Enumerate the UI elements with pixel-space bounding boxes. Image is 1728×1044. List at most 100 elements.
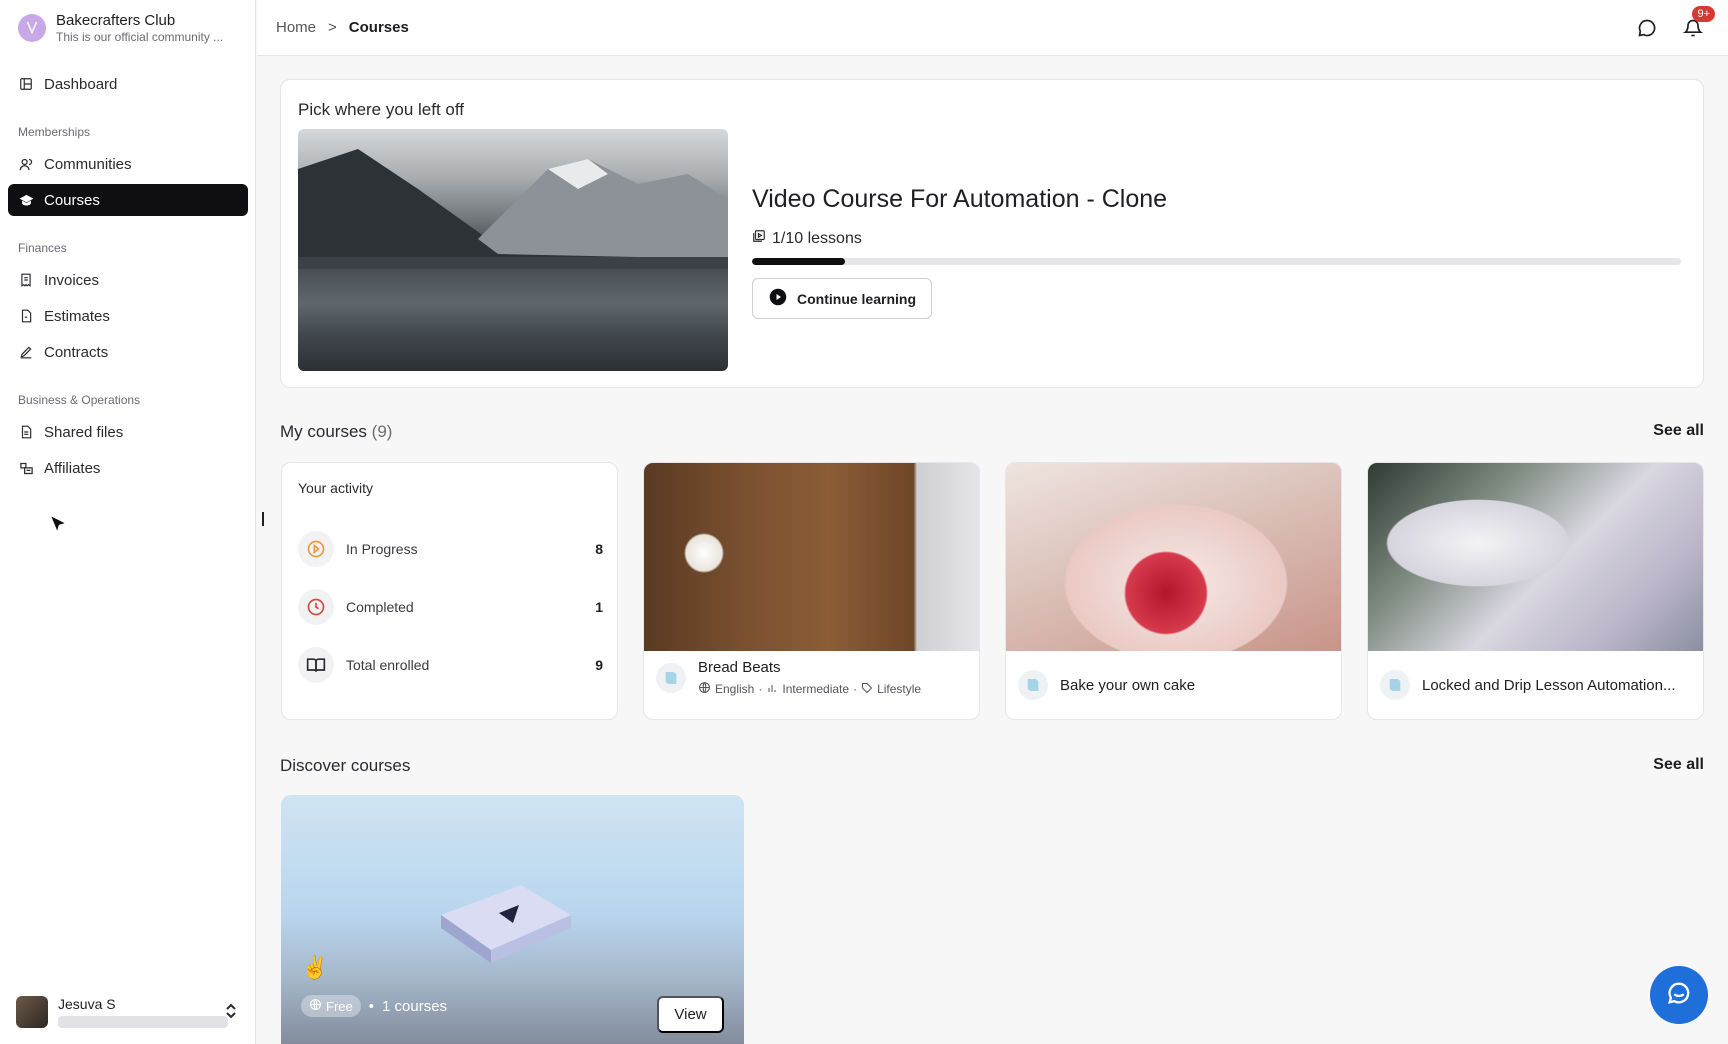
breadcrumb-home[interactable]: Home (276, 19, 316, 36)
sidebar-item-estimates[interactable]: Estimates (8, 300, 248, 332)
activity-value: 8 (595, 541, 603, 557)
course-level: Intermediate (782, 682, 850, 696)
sidebar-item-label: Dashboard (44, 75, 118, 93)
file-text-icon (18, 424, 34, 440)
bar-chart-icon (766, 682, 778, 697)
lessons-count: 1/10 lessons (752, 229, 862, 248)
my-courses-heading: My courses (9) (280, 422, 392, 442)
book-icon (1380, 670, 1410, 700)
breadcrumb: Home > Courses (276, 19, 409, 36)
chevrons-up-down-icon[interactable] (224, 1002, 238, 1025)
breadcrumb-separator: > (328, 19, 337, 36)
discover-see-all[interactable]: See all (1653, 756, 1704, 774)
book-illustration (441, 885, 571, 963)
course-meta: English · Intermediate · Lifestyle (698, 681, 921, 697)
price-label: Free (326, 998, 353, 1014)
file-icon (18, 308, 34, 324)
course-card[interactable]: Bake your own cake (1005, 462, 1342, 720)
sidebar-item-shared-files[interactable]: Shared files (8, 416, 248, 448)
sidebar-item-affiliates[interactable]: Affiliates (8, 452, 248, 484)
course-count: 1 courses (382, 997, 448, 1015)
course-image (1368, 463, 1703, 651)
course-name: Bread Beats (698, 659, 781, 676)
course-category: Lifestyle (877, 682, 922, 696)
discover-card[interactable]: ✌️ Free • 1 courses View (281, 795, 744, 1044)
activity-title: Your activity (298, 480, 373, 496)
meta-dot: · (853, 682, 858, 696)
tag-icon (861, 682, 873, 697)
activity-value: 1 (595, 599, 603, 615)
sidebar-item-label: Invoices (44, 271, 100, 289)
notification-badge: 9+ (1692, 6, 1715, 22)
sidebar-item-invoices[interactable]: Invoices (8, 264, 248, 296)
book-icon (656, 663, 686, 693)
course-card[interactable]: Bread Beats English · Intermediate · Lif… (643, 462, 980, 720)
my-courses-count: (9) (371, 422, 393, 441)
user-menu[interactable]: Jesuva S (16, 994, 240, 1030)
activity-card: Your activity In Progress 8 Completed 1 … (281, 462, 618, 720)
meta-dot: · (758, 682, 763, 696)
sidebar-item-label: Courses (44, 191, 100, 209)
section-label-memberships: Memberships (18, 125, 91, 139)
sidebar-item-label: Shared files (44, 423, 124, 441)
brand-subtitle: This is our official community ... (56, 30, 224, 44)
user-name: Jesuva S (58, 996, 116, 1012)
layout-icon (18, 76, 34, 92)
resume-card: Pick where you left off Video Course For… (280, 79, 1704, 388)
continue-learning-label: Continue learning (797, 290, 916, 307)
activity-value: 9 (595, 657, 603, 673)
globe-icon (309, 998, 322, 1014)
avatar (16, 996, 48, 1028)
my-courses-see-all[interactable]: See all (1653, 422, 1704, 440)
discover-emoji: ✌️ (301, 955, 329, 980)
view-button[interactable]: View (657, 996, 724, 1033)
book-open-icon (298, 647, 334, 683)
course-title: Video Course For Automation - Clone (752, 185, 1168, 213)
sidebar-item-label: Contracts (44, 343, 109, 361)
breadcrumb-current: Courses (348, 19, 409, 36)
course-language: English (715, 682, 755, 696)
bell-icon[interactable]: 9+ (1681, 6, 1715, 40)
course-thumbnail[interactable] (298, 129, 728, 371)
activity-row-total-enrolled[interactable]: Total enrolled 9 (298, 647, 603, 683)
lessons-icon (752, 229, 766, 248)
meta-dot: • (368, 997, 374, 1015)
pen-icon (18, 344, 34, 360)
sidebar-item-contracts[interactable]: Contracts (8, 336, 248, 368)
receipt-icon (18, 272, 34, 288)
course-progress-fill (752, 258, 845, 265)
course-image (1006, 463, 1341, 651)
users-icon (18, 156, 34, 172)
activity-row-completed[interactable]: Completed 1 (298, 589, 603, 625)
text-cursor (262, 512, 264, 526)
affiliates-icon (18, 460, 34, 476)
topbar: Home > Courses 9+ (257, 0, 1728, 56)
sidebar: Bakecrafters Club This is our official c… (0, 0, 256, 1044)
sidebar-item-label: Estimates (44, 307, 110, 325)
activity-label: Total enrolled (346, 657, 430, 673)
activity-label: Completed (346, 599, 414, 615)
sidebar-item-courses[interactable]: Courses (8, 184, 248, 216)
chat-bubble-icon (1665, 979, 1693, 1012)
support-chat-button[interactable] (1650, 966, 1708, 1024)
user-email-redacted (58, 1016, 228, 1028)
continue-learning-button[interactable]: Continue learning (752, 278, 932, 319)
sidebar-item-communities[interactable]: Communities (8, 148, 248, 180)
course-name: Bake your own cake (1060, 676, 1196, 694)
discover-meta: Free • 1 courses (301, 995, 447, 1017)
activity-row-in-progress[interactable]: In Progress 8 (298, 531, 603, 567)
course-card[interactable]: Locked and Drip Lesson Automation... (1367, 462, 1704, 720)
resume-heading: Pick where you left off (298, 100, 464, 119)
brand-logo (18, 14, 46, 42)
sidebar-item-dashboard[interactable]: Dashboard (8, 68, 248, 100)
play-circle-icon (769, 288, 787, 309)
chat-icon[interactable] (1635, 16, 1659, 40)
my-courses-title: My courses (280, 422, 367, 441)
sidebar-item-label: Communities (44, 155, 132, 173)
mouse-pointer-icon (48, 514, 68, 539)
discover-heading: Discover courses (280, 756, 411, 775)
activity-label: In Progress (346, 541, 418, 557)
brand-switcher[interactable]: Bakecrafters Club This is our official c… (18, 12, 250, 44)
globe-icon (698, 681, 711, 697)
graduation-cap-icon (18, 192, 34, 208)
